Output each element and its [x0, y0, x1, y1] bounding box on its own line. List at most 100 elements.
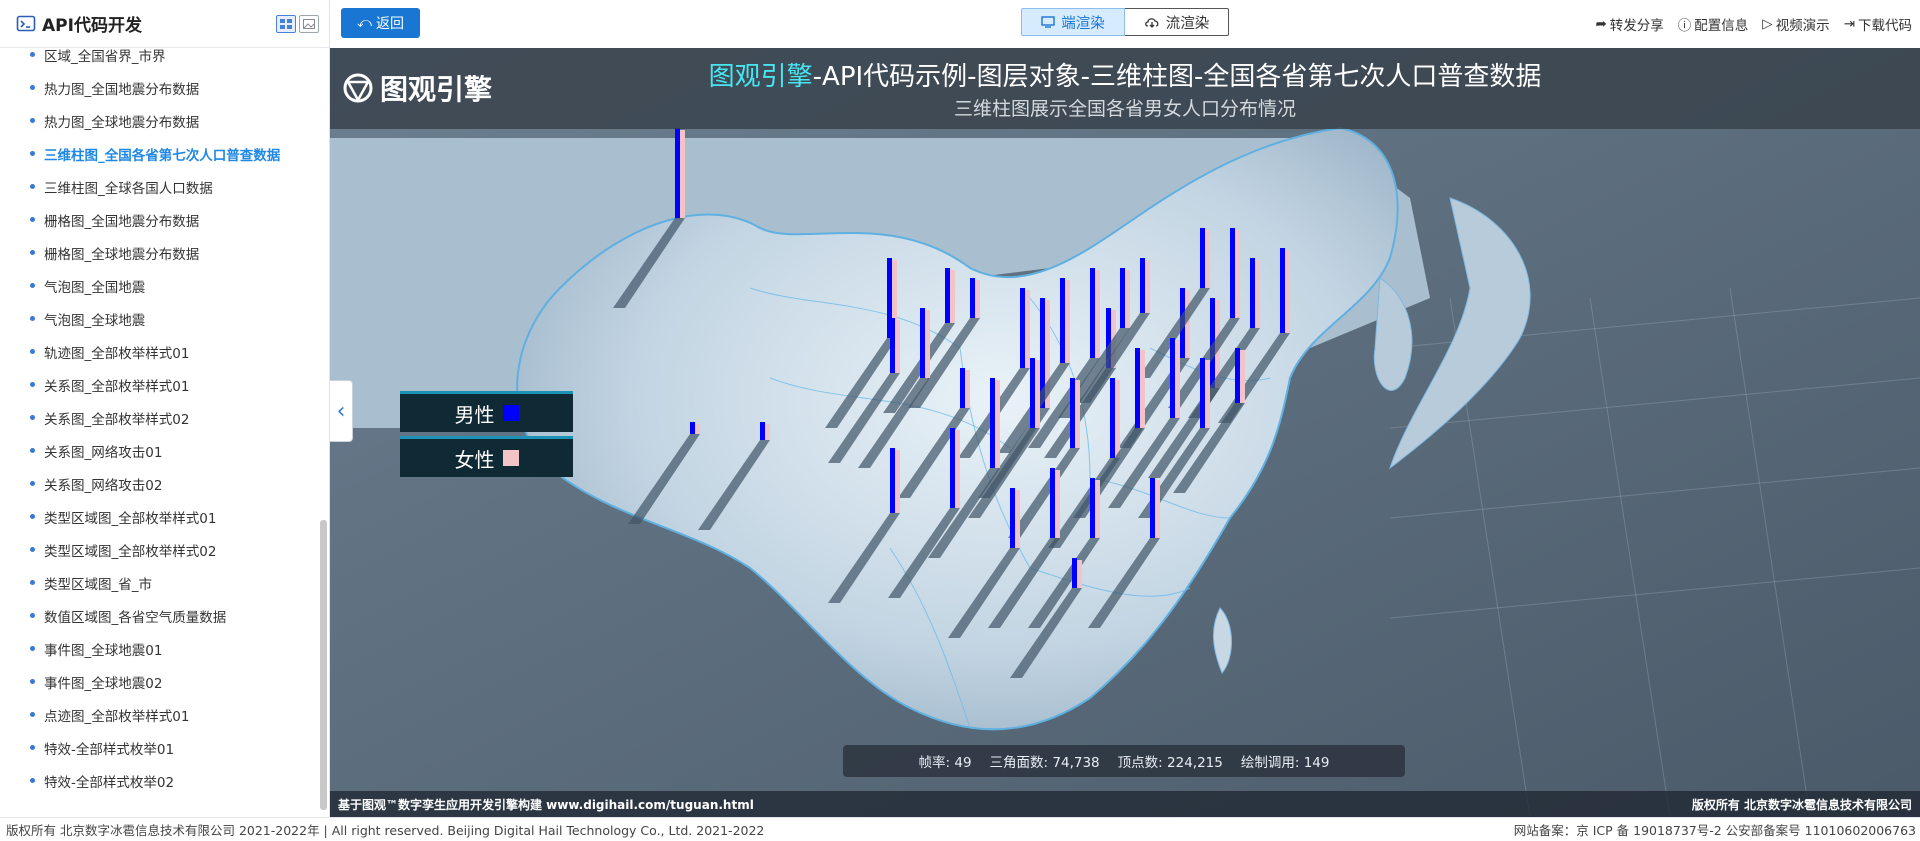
male-bar[interactable]	[1070, 378, 1075, 448]
sidebar-item[interactable]: 关系图_网络攻击01	[0, 434, 319, 467]
male-bar[interactable]	[1200, 228, 1205, 288]
male-bar[interactable]	[890, 448, 895, 513]
male-bar[interactable]	[1120, 268, 1125, 328]
map-viewport[interactable]: 图观引擎 图观引擎-API代码示例-图层对象-三维柱图-全国各省第七次人口普查数…	[330, 48, 1920, 817]
sidebar-item[interactable]: 气泡图_全球地震	[0, 302, 319, 335]
back-button[interactable]: ⤺ 返回	[341, 8, 420, 38]
female-bar[interactable]	[895, 320, 900, 373]
female-bar[interactable]	[1115, 380, 1120, 458]
collapse-sidebar-button[interactable]: ‹	[330, 380, 353, 442]
male-bar[interactable]	[1020, 288, 1025, 368]
female-bar[interactable]	[1235, 230, 1240, 318]
female-bar[interactable]	[1205, 360, 1210, 428]
sidebar-item[interactable]: 热力图_全球地震分布数据	[0, 104, 319, 137]
female-bar[interactable]	[1240, 350, 1245, 403]
share-button[interactable]: ➦ 转发分享	[1595, 14, 1663, 34]
male-bar[interactable]	[1170, 338, 1175, 418]
male-bar[interactable]	[1060, 278, 1065, 363]
male-bar[interactable]	[890, 318, 895, 373]
male-bar[interactable]	[990, 378, 995, 468]
male-bar[interactable]	[1135, 348, 1140, 428]
sidebar-item[interactable]: 事件图_全球地震01	[0, 632, 319, 665]
sidebar-item[interactable]: 栅格图_全国地震分布数据	[0, 203, 319, 236]
male-bar[interactable]	[1235, 348, 1240, 403]
female-bar[interactable]	[1015, 490, 1020, 548]
sidebar-item[interactable]: 数值区域图_各省空气质量数据	[0, 599, 319, 632]
sidebar-item[interactable]: 点迹图_全部枚举样式01	[0, 698, 319, 731]
download-button[interactable]: ⇥ 下载代码	[1844, 14, 1912, 34]
male-bar[interactable]	[1090, 478, 1095, 538]
sidebar-scrollbar[interactable]	[320, 520, 327, 810]
male-bar[interactable]	[950, 428, 955, 508]
sidebar-item[interactable]: 类型区域图_全部枚举样式02	[0, 533, 319, 566]
config-button[interactable]: ⓘ 配置信息	[1678, 14, 1749, 34]
female-bar[interactable]	[1065, 280, 1070, 363]
male-bar[interactable]	[1280, 248, 1285, 333]
male-bar[interactable]	[1050, 468, 1055, 538]
tab-stream-render[interactable]: 流渲染	[1125, 8, 1229, 36]
female-bar[interactable]	[1255, 260, 1260, 328]
male-bar[interactable]	[1072, 558, 1077, 588]
male-bar[interactable]	[1200, 358, 1205, 428]
female-bar[interactable]	[1095, 480, 1100, 538]
sidebar-item[interactable]: 三维柱图_全球各国人口数据	[0, 170, 319, 203]
female-bar[interactable]	[995, 380, 1000, 468]
male-bar[interactable]	[1250, 258, 1255, 328]
female-bar[interactable]	[975, 280, 980, 318]
female-bar[interactable]	[1075, 380, 1080, 448]
sidebar-item[interactable]: 区域_全国省界_市界	[0, 48, 319, 71]
male-bar[interactable]	[920, 308, 925, 378]
sidebar-item[interactable]: 事件图_全球地震02	[0, 665, 319, 698]
female-bar[interactable]	[1285, 250, 1290, 333]
female-bar[interactable]	[1205, 230, 1210, 288]
sidebar-item[interactable]: 气泡图_全国地震	[0, 269, 319, 302]
male-bar[interactable]	[960, 368, 965, 408]
male-bar[interactable]	[1030, 358, 1035, 428]
male-bar[interactable]	[1010, 488, 1015, 548]
render-stats: 帧率: 49 三角面数: 74,738 顶点数: 224,215 绘制调用: 1…	[843, 745, 1405, 777]
female-bar[interactable]	[1035, 360, 1040, 428]
sidebar-item[interactable]: 特效-全部样式枚举02	[0, 764, 319, 797]
sidebar-item[interactable]: 关系图_网络攻击02	[0, 467, 319, 500]
female-bar[interactable]	[765, 424, 770, 440]
female-bar[interactable]	[1095, 270, 1100, 358]
sidebar-item[interactable]: 类型区域图_省_市	[0, 566, 319, 599]
sidebar-item[interactable]: 关系图_全部枚举样式01	[0, 368, 319, 401]
female-bar[interactable]	[965, 370, 970, 408]
sidebar-item[interactable]: 轨迹图_全部枚举样式01	[0, 335, 319, 368]
sidebar-item[interactable]: 类型区域图_全部枚举样式01	[0, 500, 319, 533]
male-bar[interactable]	[1090, 268, 1095, 358]
female-bar[interactable]	[1125, 270, 1130, 328]
male-bar[interactable]	[760, 422, 765, 440]
male-bar[interactable]	[970, 278, 975, 318]
image-view-icon[interactable]	[299, 14, 319, 33]
female-bar[interactable]	[1025, 290, 1030, 368]
sidebar-item[interactable]: 三维柱图_全国各省第七次人口普查数据	[0, 137, 319, 170]
male-bar[interactable]	[690, 422, 695, 434]
female-bar[interactable]	[1077, 560, 1082, 588]
male-bar[interactable]	[1230, 228, 1235, 318]
female-bar[interactable]	[925, 310, 930, 378]
female-bar[interactable]	[1140, 350, 1145, 428]
male-bar[interactable]	[1140, 258, 1145, 313]
female-bar[interactable]	[1055, 470, 1060, 538]
male-bar[interactable]	[945, 268, 950, 323]
sidebar-item[interactable]: 关系图_全部枚举样式02	[0, 401, 319, 434]
sidebar-item[interactable]: 栅格图_全球地震分布数据	[0, 236, 319, 269]
female-bar[interactable]	[955, 430, 960, 508]
video-button[interactable]: ▷ 视频演示	[1762, 14, 1829, 34]
sidebar-item[interactable]: 热力图_全国地震分布数据	[0, 71, 319, 104]
female-bar[interactable]	[1175, 340, 1180, 418]
list-view-icon[interactable]	[276, 14, 296, 33]
male-bar[interactable]	[1110, 378, 1115, 458]
male-bar[interactable]	[1150, 478, 1155, 538]
female-bar[interactable]	[695, 424, 700, 434]
female-bar[interactable]	[1155, 480, 1160, 538]
female-bar[interactable]	[1145, 260, 1150, 313]
female-bar[interactable]	[680, 130, 685, 218]
female-bar[interactable]	[950, 270, 955, 323]
tab-client-render[interactable]: 端渲染	[1021, 8, 1125, 36]
sidebar-item[interactable]: 特效-全部样式枚举01	[0, 731, 319, 764]
male-bar[interactable]	[675, 128, 680, 218]
female-bar[interactable]	[895, 450, 900, 513]
